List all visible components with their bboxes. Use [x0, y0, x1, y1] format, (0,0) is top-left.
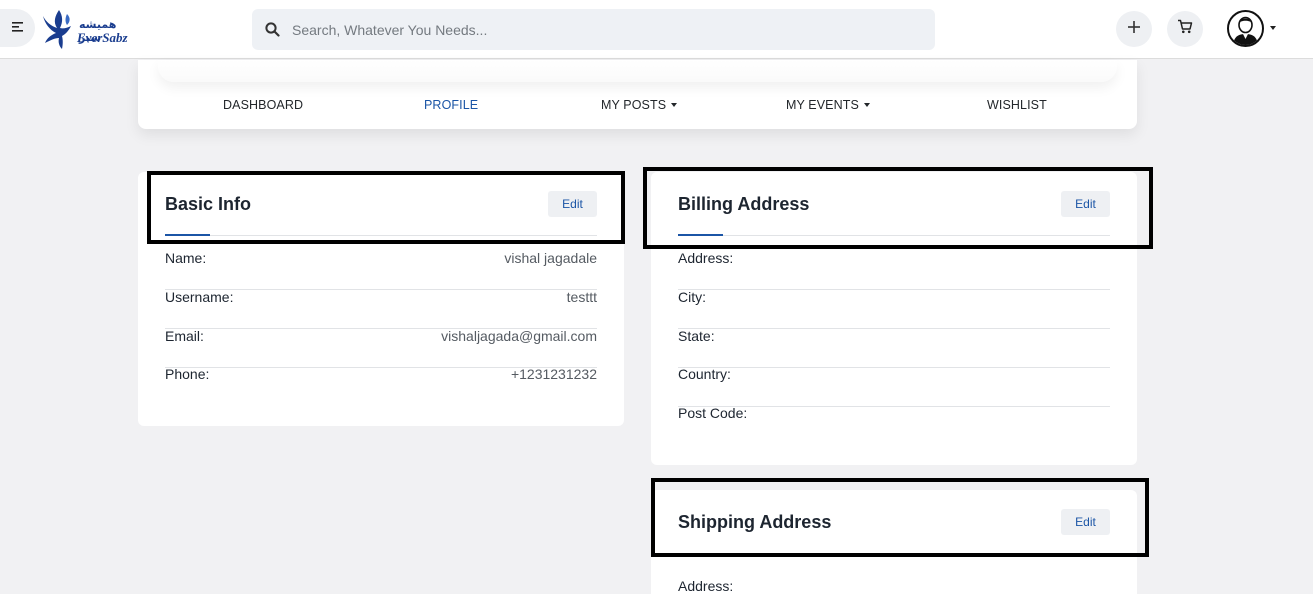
title-accent-underline — [165, 234, 210, 236]
row-value: +1231231232 — [510, 366, 597, 382]
row-label: State: — [678, 328, 715, 344]
row-label: Phone: — [165, 366, 210, 382]
user-menu-caret-icon[interactable] — [1270, 26, 1276, 30]
billing-row-post-code: Post Code: — [678, 405, 1110, 446]
nav-label: MY EVENTS — [786, 98, 859, 112]
basic-info-title: Basic Info — [165, 194, 252, 214]
row-value: testtt — [566, 289, 597, 305]
nav-label: WISHLIST — [987, 98, 1047, 112]
nav-wishlist[interactable]: WISHLIST — [987, 98, 1047, 112]
row-label: Email: — [165, 328, 204, 344]
info-row-phone: Phone: +1231231232 — [165, 366, 597, 407]
menu-icon — [11, 19, 24, 37]
menu-toggle-button[interactable] — [0, 9, 35, 47]
chevron-down-icon — [671, 102, 678, 107]
cart-button[interactable] — [1167, 11, 1203, 47]
row-label: Address: — [678, 250, 734, 266]
billing-row-country: Country: — [678, 366, 1110, 407]
edit-shipping-address-button[interactable]: Edit — [1061, 509, 1110, 535]
search-input[interactable] — [292, 21, 892, 38]
row-label: Country: — [678, 366, 731, 382]
nav-profile[interactable]: PROFILE — [424, 98, 478, 112]
billing-address-card: Billing Address Edit Address: City: Stat… — [651, 172, 1137, 465]
nav-label: DASHBOARD — [223, 98, 304, 112]
cart-icon — [1177, 19, 1193, 39]
shipping-row-address: Address: — [678, 569, 1110, 594]
row-value: vishaljagada@gmail.com — [441, 328, 597, 344]
nav-card-top-fold — [158, 60, 1117, 82]
nav-label: PROFILE — [424, 98, 479, 112]
nav-my-posts[interactable]: MY POSTS — [601, 98, 678, 112]
billing-row-state: State: — [678, 328, 1110, 368]
nav-label: MY POSTS — [601, 98, 667, 112]
bird-logo-icon — [43, 10, 71, 49]
info-row-name: Name: vishal jagadale — [165, 250, 597, 290]
row-label: Username: — [165, 289, 234, 305]
info-row-username: Username: testtt — [165, 289, 597, 329]
card-header-divider — [165, 235, 597, 236]
nav-my-events[interactable]: MY EVENTS — [786, 98, 870, 112]
row-label: City: — [678, 289, 706, 305]
brand-english-text: EverSabz — [77, 30, 128, 45]
row-value: vishal jagadale — [504, 250, 597, 266]
card-header-divider — [678, 235, 1110, 236]
billing-row-city: City: — [678, 289, 1110, 329]
top-header: همیشه سبز EverSabz — [0, 0, 1313, 59]
nav-dashboard[interactable]: DASHBOARD — [223, 98, 303, 112]
title-accent-underline — [678, 234, 723, 236]
shipping-address-card: Shipping Address Edit Address: — [651, 490, 1137, 594]
billing-address-title: Billing Address — [678, 194, 810, 214]
shipping-address-title: Shipping Address — [678, 512, 832, 532]
info-row-email: Email: vishaljagada@gmail.com — [165, 328, 597, 368]
edit-basic-info-button[interactable]: Edit — [548, 191, 597, 217]
row-label: Post Code: — [678, 405, 748, 421]
basic-info-card: Basic Info Edit Name: vishal jagadale Us… — [138, 172, 624, 426]
search-bar[interactable] — [252, 9, 935, 50]
plus-icon — [1127, 20, 1141, 39]
row-label: Name: — [165, 250, 207, 266]
chevron-down-icon — [863, 102, 870, 107]
eversabz-logo[interactable]: همیشه سبز EverSabz — [41, 8, 133, 50]
row-label: Address: — [678, 578, 734, 594]
search-icon — [252, 22, 292, 37]
user-avatar[interactable] — [1227, 10, 1264, 47]
add-button[interactable] — [1116, 11, 1152, 47]
billing-row-address: Address: — [678, 250, 1110, 290]
profile-nav-card: DASHBOARD PROFILE MY POSTS MY EVENTS WIS… — [138, 60, 1137, 129]
edit-billing-address-button[interactable]: Edit — [1061, 191, 1110, 217]
user-avatar-icon — [1233, 16, 1258, 45]
